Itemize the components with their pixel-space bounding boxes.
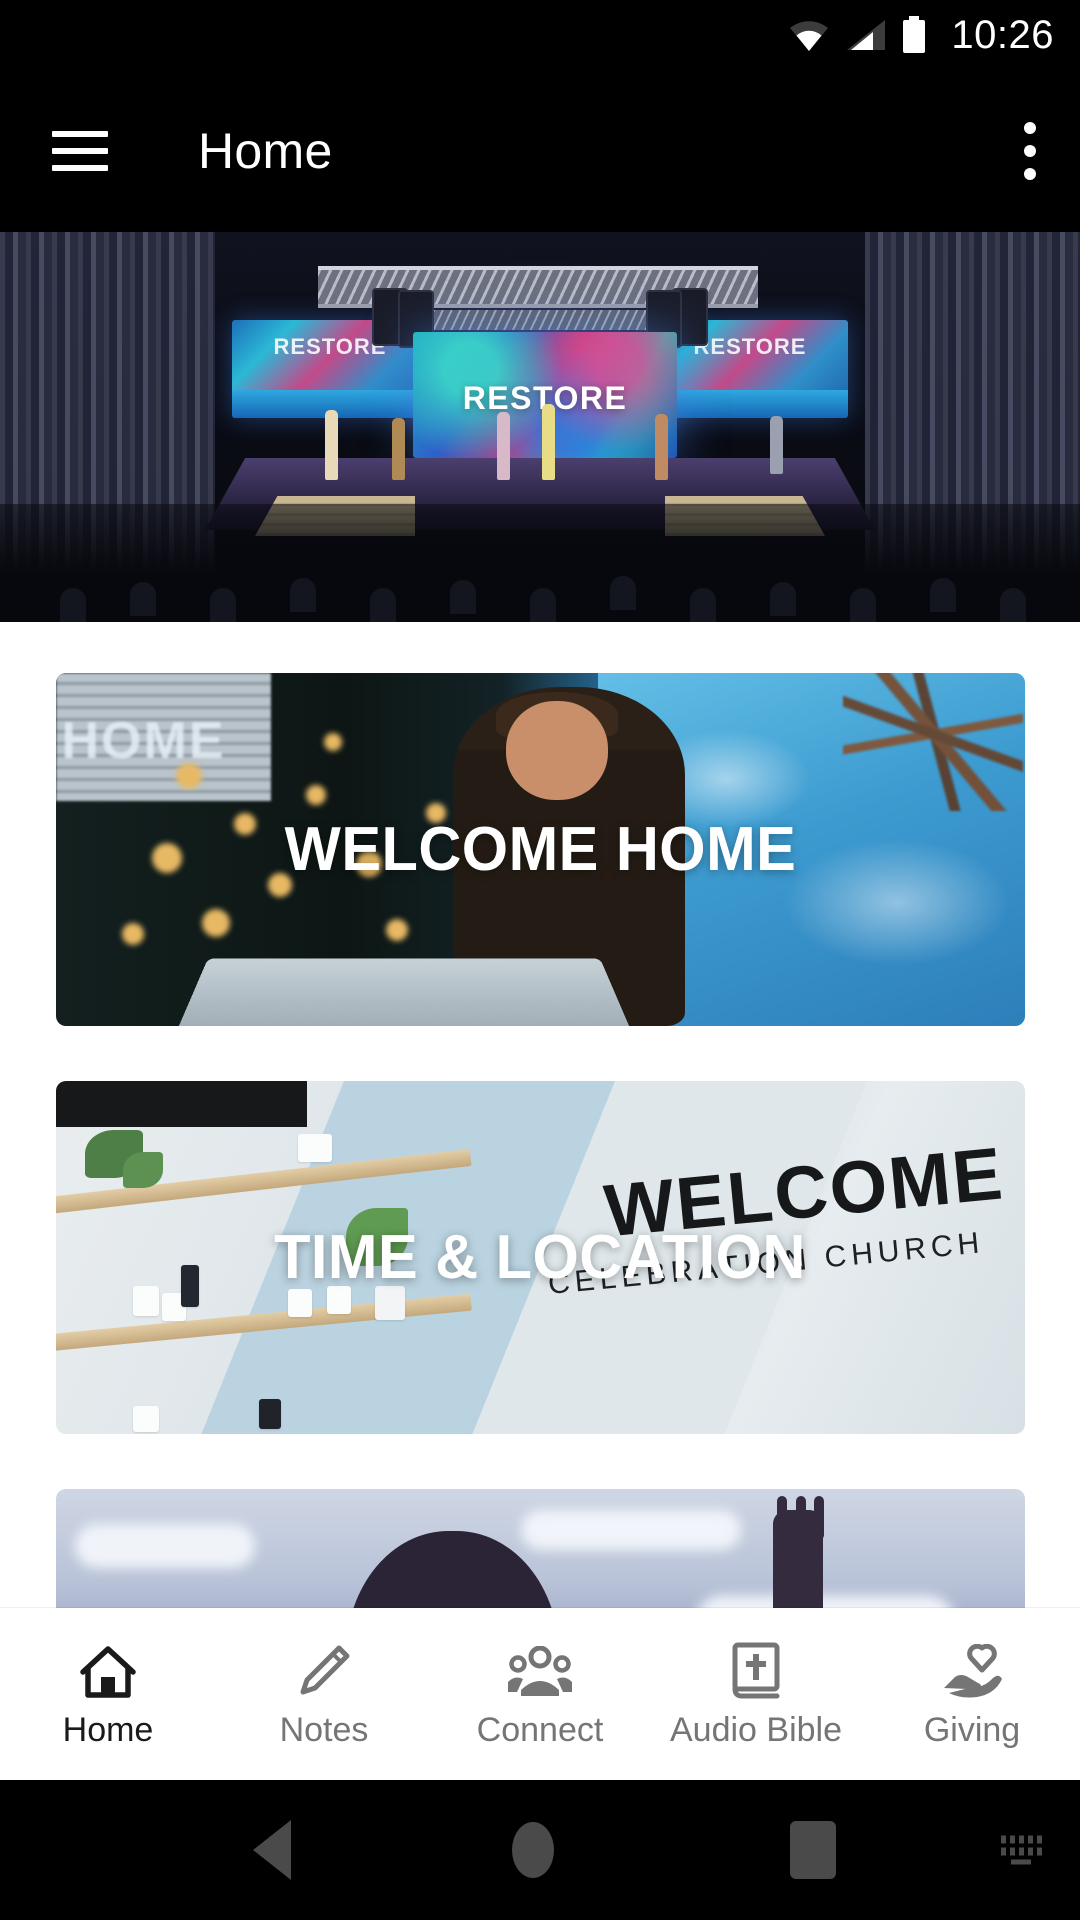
card-worship-image [55,1489,1025,1608]
card-label: TIME & LOCATION [274,1222,806,1292]
nav-item-audio-bible[interactable]: Audio Bible [648,1642,864,1747]
hand-heart-icon [941,1642,1003,1700]
phone-screen: 10:26 Home RESTORE RESTORE RESTORE HOME … [0,0,1080,1920]
hamburger-menu-icon[interactable] [52,131,108,171]
card-worship[interactable] [55,1489,1025,1608]
more-vertical-icon[interactable] [1024,122,1036,180]
nav-item-giving[interactable]: Giving [864,1642,1080,1747]
card-time-location[interactable]: WELCOME CELEBRATION CHURCH TIME & LOCATI… [55,1081,1025,1434]
podium [171,958,638,1026]
cellular-signal-icon [847,20,886,50]
scroll-content[interactable]: RESTORE RESTORE RESTORE HOME WELCOME HOM… [0,232,1080,1608]
audience-area [0,504,1080,622]
nav-label: Connect [476,1710,604,1749]
android-system-nav [0,1780,1080,1920]
pencil-icon [295,1642,353,1700]
recents-square-icon[interactable] [790,1821,836,1879]
home-icon [79,1642,137,1700]
nav-label: Audio Bible [669,1710,842,1749]
nav-item-home[interactable]: Home [0,1642,216,1747]
page-title: Home [198,123,333,179]
home-signboard [55,673,271,801]
app-bar: Home [0,70,1080,232]
card-label: WELCOME HOME [284,814,796,884]
card-welcome-home[interactable]: WELCOME HOME [55,673,1025,1026]
status-bar-clock: 10:26 [951,13,1054,57]
nav-label: Notes [279,1710,369,1749]
nav-item-connect[interactable]: Connect [432,1642,648,1747]
home-circle-icon[interactable] [512,1822,554,1878]
status-bar: 10:26 [0,0,1080,70]
wifi-icon [790,21,829,51]
keyboard-icon[interactable] [998,1835,1044,1865]
nav-item-notes[interactable]: Notes [216,1642,432,1747]
bottom-navigation-bar: Home Notes Connect Audio Bible Giving [0,1608,1080,1780]
battery-icon [903,16,926,53]
bible-cross-icon [730,1642,782,1700]
nav-label: Home [62,1710,154,1749]
people-group-icon [507,1642,573,1700]
hero-banner[interactable]: RESTORE RESTORE RESTORE [0,232,1080,622]
palm-frond [842,673,1023,811]
back-triangle-icon[interactable] [253,1820,291,1880]
nav-label: Giving [923,1710,1021,1749]
